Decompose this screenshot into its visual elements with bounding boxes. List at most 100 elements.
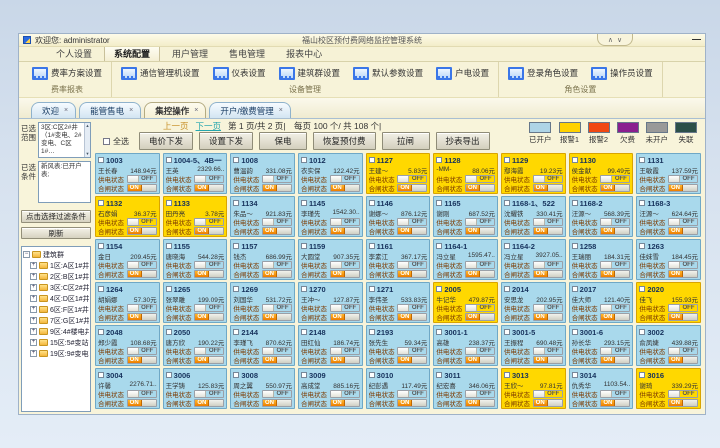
expand-icon[interactable]: + [30,295,37,302]
switch-status-toggle[interactable]: ON [668,399,698,407]
ribbon-button[interactable]: 通信管理机设置 [119,66,202,81]
switch-status-toggle[interactable]: ON [465,399,495,407]
ribbon-button[interactable]: 户电设置 [434,66,491,81]
scroll-up-icon[interactable]: ▲ [86,124,90,128]
room-card[interactable]: 1168-3汪源～624.64元供电状态OFF合闸状态ON [636,196,701,237]
room-checkbox[interactable] [572,372,578,378]
supply-status-toggle[interactable]: OFF [465,304,495,312]
switch-status-toggle[interactable]: ON [127,270,157,278]
switch-status-toggle[interactable]: ON [600,356,630,364]
room-card[interactable]: 1127王建～5.83元供电状态OFF合闸状态ON [366,153,431,194]
expand-icon[interactable]: + [30,350,37,357]
supply-status-toggle[interactable]: OFF [668,347,698,355]
supply-status-toggle[interactable]: OFF [262,261,292,269]
switch-status-toggle[interactable]: ON [397,270,427,278]
room-checkbox[interactable] [369,200,375,206]
tree-item-0[interactable]: +1区:A区1#井 [23,260,89,271]
supply-status-toggle[interactable]: OFF [533,261,563,269]
switch-status-toggle[interactable]: ON [397,184,427,192]
action-button-0[interactable]: 电价下发 [139,132,193,150]
supply-status-toggle[interactable]: OFF [330,347,360,355]
switch-status-toggle[interactable]: ON [262,227,292,235]
supply-status-toggle[interactable]: OFF [194,347,224,355]
room-card[interactable]: 1134朱品～921.83元供电状态OFF合闸状态ON [230,196,295,237]
room-card[interactable]: 1004-5、4B一王英2329.66..供电状态OFF合闸状态ON [163,153,228,194]
room-checkbox[interactable] [639,200,645,206]
prev-page-link[interactable]: 上一页 [163,120,189,132]
switch-status-toggle[interactable]: ON [262,270,292,278]
room-checkbox[interactable] [98,200,104,206]
room-card[interactable]: 1264胡娟娜57.30元供电状态OFF合闸状态ON [95,282,160,323]
tab-close-icon[interactable]: × [129,107,133,114]
room-card[interactable]: 1012衣实保122.42元供电状态OFF合闸状态ON [298,153,363,194]
supply-status-toggle[interactable]: OFF [127,347,157,355]
switch-status-toggle[interactable]: ON [397,313,427,321]
menu-item-3[interactable]: 售电管理 [220,45,274,61]
selected-range-listbox[interactable]: 3区:C区2#井 （1#变电、2# 变电、C区1#… ▲▼ [38,122,91,158]
room-checkbox[interactable] [436,200,442,206]
room-card[interactable]: 3008周之翼550.97元供电状态OFF合闸状态ON [230,368,295,409]
supply-status-toggle[interactable]: OFF [668,390,698,398]
next-page-link[interactable]: 下一页 [196,120,222,132]
switch-status-toggle[interactable]: ON [194,227,224,235]
switch-status-toggle[interactable]: ON [194,270,224,278]
room-card[interactable]: 1008曹温韵331.08元供电状态OFF合闸状态ON [230,153,295,194]
tree-item-1[interactable]: +2区:B区1#井(B区 [23,271,89,282]
ribbon-button[interactable]: 操作员设置 [589,66,655,81]
room-card[interactable]: 1164-1冯立星1595.47..供电状态OFF合闸状态ON [433,239,498,280]
select-all[interactable]: 全选 [103,136,129,147]
tab-2[interactable]: 集控操作× [144,102,206,118]
menu-item-0[interactable]: 个人设置 [47,45,101,61]
room-card[interactable]: 2020佳飞155.93元供电状态OFF合闸状态ON [636,282,701,323]
switch-status-toggle[interactable]: ON [262,399,292,407]
room-card[interactable]: 2048郑少霞108.68元供电状态OFF合闸状态ON [95,325,160,366]
room-checkbox[interactable] [436,372,442,378]
switch-status-toggle[interactable]: ON [127,356,157,364]
room-checkbox[interactable] [572,329,578,335]
ribbon-button[interactable]: 仪表设置 [211,66,268,81]
supply-status-toggle[interactable]: OFF [465,218,495,226]
supply-status-toggle[interactable]: OFF [194,390,224,398]
switch-status-toggle[interactable]: ON [397,399,427,407]
switch-status-toggle[interactable]: ON [330,270,360,278]
supply-status-toggle[interactable]: OFF [262,304,292,312]
room-card[interactable]: 1154金日209.45元供电状态OFF合闸状态ON [95,239,160,280]
room-checkbox[interactable] [504,286,510,292]
menu-item-2[interactable]: 用户管理 [163,45,217,61]
tree-item-4[interactable]: +6区:F区1#井(F [23,304,89,315]
room-card[interactable]: 1161李素江367.17元供电状态OFF合闸状态ON [366,239,431,280]
selected-condition-box[interactable]: 新风表:已开户 表; [38,161,91,203]
room-card[interactable]: 1258王瑞丽184.31元供电状态OFF合闸状态ON [569,239,634,280]
supply-status-toggle[interactable]: OFF [262,175,292,183]
expand-icon[interactable]: + [30,339,37,346]
room-card[interactable]: 3001-6孙长华293.15元供电状态OFF合闸状态ON [569,325,634,366]
supply-status-toggle[interactable]: OFF [397,175,427,183]
switch-status-toggle[interactable]: ON [600,313,630,321]
expand-icon[interactable]: + [30,306,37,313]
tree-item-5[interactable]: +7区:G区1#井 [23,315,89,326]
refresh-button[interactable]: 刷新 [21,227,91,239]
room-checkbox[interactable] [639,157,645,163]
supply-status-toggle[interactable]: OFF [533,347,563,355]
room-card[interactable]: 1159大圆堂907.35元供电状态OFF合闸状态ON [298,239,363,280]
room-card[interactable]: 3006王学铸125.83元供电状态OFF合闸状态ON [163,368,228,409]
room-card[interactable]: 1155唐晓海544.28元供电状态OFF合闸状态ON [163,239,228,280]
room-card[interactable]: 1132石彦娟36.37元供电状态OFF合闸状态ON [95,196,160,237]
menu-item-4[interactable]: 报表中心 [277,45,331,61]
room-checkbox[interactable] [369,286,375,292]
expand-icon[interactable]: + [30,262,37,269]
supply-status-toggle[interactable]: OFF [533,304,563,312]
room-card[interactable]: 1145李瑾先1542.30..供电状态OFF合闸状态ON [298,196,363,237]
ribbon-button[interactable]: 默认参数设置 [351,66,425,81]
expand-icon[interactable]: + [30,284,37,291]
room-card[interactable]: 1146谢娜～876.12元供电状态OFF合闸状态ON [366,196,431,237]
switch-status-toggle[interactable]: ON [330,399,360,407]
switch-status-toggle[interactable]: ON [668,270,698,278]
room-card[interactable]: 1269刘国华531.72元供电状态OFF合闸状态ON [230,282,295,323]
expand-icon[interactable]: + [30,317,37,324]
room-card[interactable]: 3001-1高雄238.37元供电状态OFF合闸状态ON [433,325,498,366]
ribbon-button[interactable]: 费率方案设置 [30,66,104,81]
room-checkbox[interactable] [98,329,104,335]
room-checkbox[interactable] [166,372,172,378]
ribbon-collapse-control[interactable]: ∧ ∨ [597,34,633,46]
